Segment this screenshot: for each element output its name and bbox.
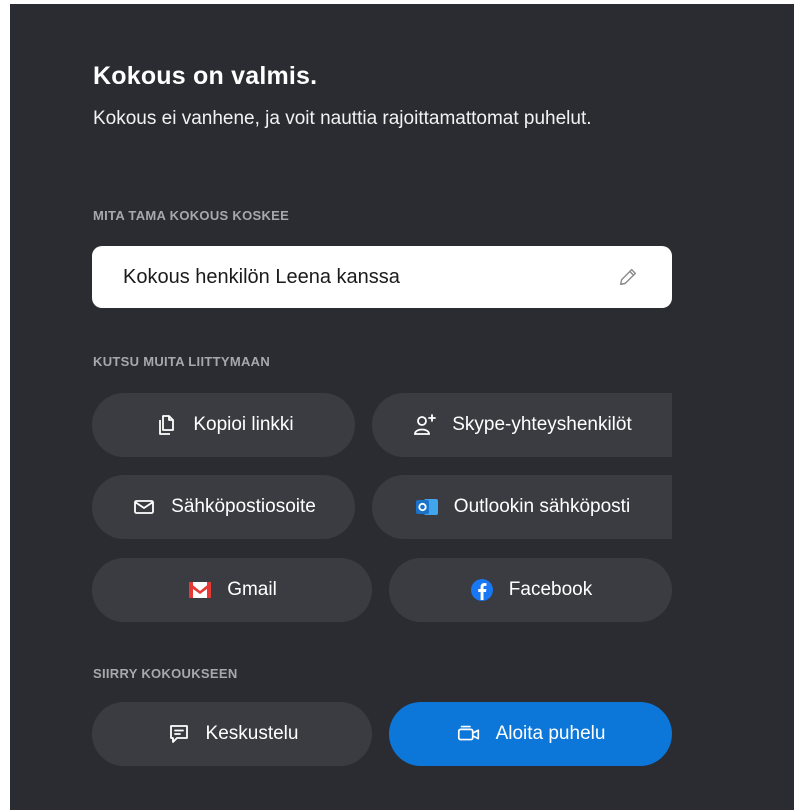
facebook-button[interactable]: Facebook [389, 558, 672, 622]
copy-link-label: Kopioi linkki [193, 414, 294, 435]
start-call-label: Aloita puhelu [495, 723, 606, 744]
facebook-label: Facebook [508, 579, 593, 600]
copy-link-button[interactable]: Kopioi linkki [92, 393, 355, 457]
chat-label: Keskustelu [205, 723, 299, 744]
start-call-button[interactable]: Aloita puhelu [389, 702, 672, 766]
gmail-button[interactable]: Gmail [92, 558, 372, 622]
page-subtitle: Kokous ei vanhene, ja voit nauttia rajoi… [93, 108, 592, 129]
meeting-topic-field[interactable]: Kokous henkilön Leena kanssa [92, 246, 672, 308]
invite-section-label: KUTSU MUITA LIITTYMAAN [93, 354, 271, 369]
gmail-label: Gmail [227, 579, 277, 600]
chat-icon [166, 721, 192, 747]
outlook-email-button[interactable]: Outlookin sähköposti [372, 475, 672, 539]
add-person-icon [412, 412, 438, 438]
pencil-icon[interactable] [616, 265, 640, 289]
copy-icon [153, 412, 179, 438]
meeting-section-label: SIIRRY KOKOUKSEEN [93, 666, 238, 681]
email-address-button[interactable]: Sähköpostiosoite [92, 475, 355, 539]
facebook-icon [469, 577, 495, 603]
email-address-label: Sähköpostiosoite [171, 496, 316, 517]
topic-section-label: MITA TAMA KOKOUS KOSKEE [93, 208, 290, 223]
outlook-icon [414, 494, 440, 520]
meeting-topic-value: Kokous henkilön Leena kanssa [123, 265, 400, 288]
mail-icon [131, 494, 157, 520]
skype-contacts-label: Skype-yhteyshenkilöt [452, 414, 632, 435]
meeting-ready-panel: Kokous on valmis. Kokous ei vanhene, ja … [10, 4, 794, 810]
page-title: Kokous on valmis. [93, 62, 318, 90]
outlook-email-label: Outlookin sähköposti [453, 496, 631, 517]
gmail-icon [187, 577, 213, 603]
chat-button[interactable]: Keskustelu [92, 702, 372, 766]
skype-contacts-button[interactable]: Skype-yhteyshenkilöt [372, 393, 672, 457]
video-call-icon [456, 721, 482, 747]
